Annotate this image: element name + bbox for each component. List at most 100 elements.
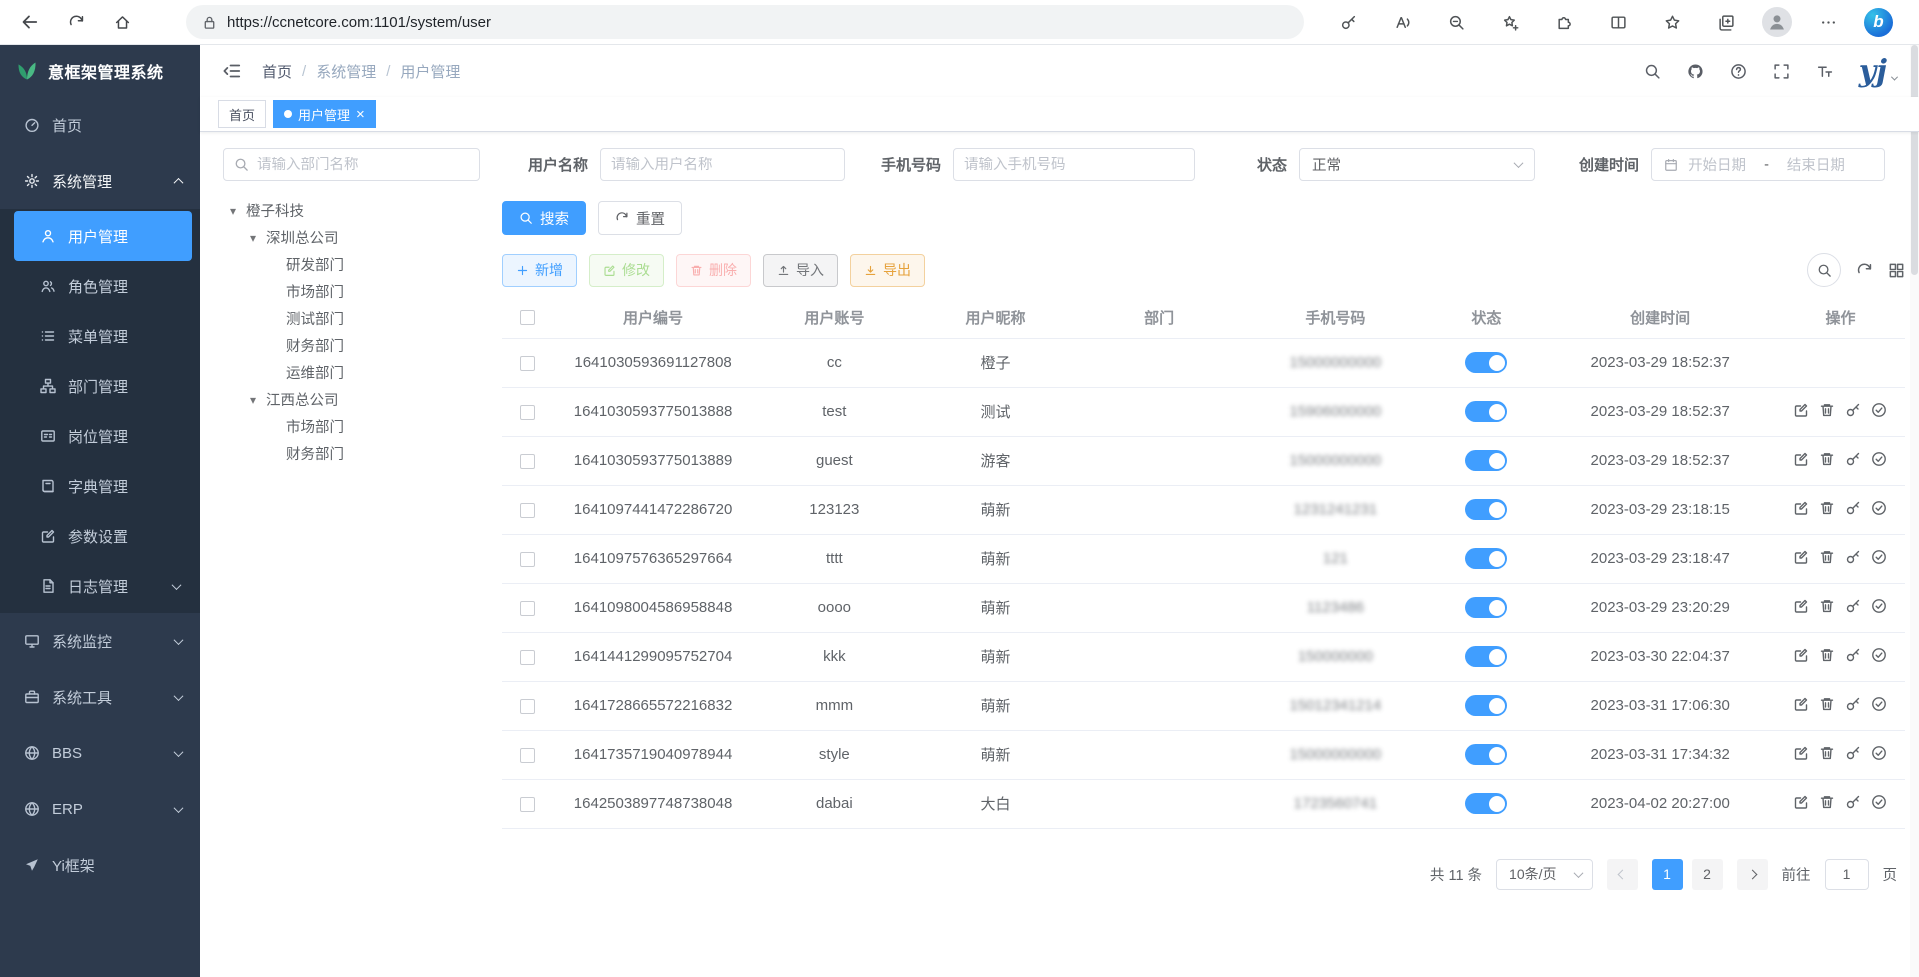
toggle-search-button[interactable] <box>1807 253 1841 287</box>
reset-password-button[interactable] <box>1845 451 1861 467</box>
edit-row-button[interactable] <box>1793 500 1809 516</box>
sidebar-item-post[interactable]: 岗位管理 <box>14 411 192 461</box>
sidebar-item-tools[interactable]: 系统工具 <box>0 669 200 725</box>
status-toggle[interactable] <box>1465 597 1507 618</box>
delete-row-button[interactable] <box>1819 402 1835 418</box>
fullscreen-button[interactable] <box>1773 63 1790 80</box>
add-button[interactable]: 新增 <box>502 254 577 287</box>
status-select[interactable]: 正常 <box>1299 148 1535 181</box>
status-toggle[interactable] <box>1465 793 1507 814</box>
sidebar-item-dept[interactable]: 部门管理 <box>14 361 192 411</box>
import-button[interactable]: 导入 <box>763 254 838 287</box>
reset-password-button[interactable] <box>1845 647 1861 663</box>
page-size-select[interactable]: 10条/页 <box>1496 859 1592 890</box>
assign-role-button[interactable] <box>1871 500 1887 516</box>
bing-chat-button[interactable]: b <box>1864 8 1893 37</box>
delete-row-button[interactable] <box>1819 745 1835 761</box>
tab-user-mgmt[interactable]: 用户管理× <box>273 100 376 128</box>
tree-node-market-dept-sz[interactable]: 市场部门 <box>223 278 480 305</box>
select-all-checkbox[interactable] <box>520 310 535 325</box>
row-checkbox[interactable] <box>520 748 535 763</box>
tree-node-jiangxi-hq[interactable]: ▾江西总公司 <box>223 386 480 413</box>
tree-node-test-dept[interactable]: 测试部门 <box>223 305 480 332</box>
phone-input[interactable] <box>964 157 1184 173</box>
dept-search-input[interactable] <box>257 157 469 173</box>
status-toggle[interactable] <box>1465 499 1507 520</box>
close-icon[interactable]: × <box>356 107 365 122</box>
export-button[interactable]: 导出 <box>850 254 925 287</box>
page-button-1[interactable]: 1 <box>1652 859 1683 890</box>
reset-password-button[interactable] <box>1845 500 1861 516</box>
tree-node-rd-dept[interactable]: 研发部门 <box>223 251 480 278</box>
github-button[interactable] <box>1687 63 1704 80</box>
tree-node-finance-dept-jx[interactable]: 财务部门 <box>223 440 480 467</box>
sidebar-item-yi-framework[interactable]: Yi框架 <box>0 837 200 893</box>
row-checkbox[interactable] <box>520 454 535 469</box>
scrollbar-thumb[interactable] <box>1911 45 1918 275</box>
assign-role-button[interactable] <box>1871 549 1887 565</box>
sidebar-item-home[interactable]: 首页 <box>0 97 200 153</box>
delete-row-button[interactable] <box>1819 794 1835 810</box>
sidebar-item-bbs[interactable]: BBS <box>0 725 200 781</box>
assign-role-button[interactable] <box>1871 598 1887 614</box>
sidebar-item-dict[interactable]: 字典管理 <box>14 461 192 511</box>
user-menu[interactable]: yj <box>1859 59 1897 84</box>
row-checkbox[interactable] <box>520 503 535 518</box>
edit-row-button[interactable] <box>1793 794 1809 810</box>
delete-row-button[interactable] <box>1819 647 1835 663</box>
row-checkbox[interactable] <box>520 405 535 420</box>
search-button[interactable]: 搜索 <box>502 201 586 235</box>
edit-row-button[interactable] <box>1793 696 1809 712</box>
profile-avatar[interactable] <box>1762 7 1792 37</box>
tree-node-shenzhen-hq[interactable]: ▾深圳总公司 <box>223 224 480 251</box>
delete-row-button[interactable] <box>1819 696 1835 712</box>
sidebar-item-log[interactable]: 日志管理 <box>14 561 192 611</box>
row-checkbox[interactable] <box>520 797 535 812</box>
status-toggle[interactable] <box>1465 548 1507 569</box>
refresh-table-button[interactable] <box>1856 262 1873 279</box>
help-button[interactable] <box>1730 63 1747 80</box>
row-checkbox[interactable] <box>520 699 535 714</box>
edit-row-button[interactable] <box>1793 402 1809 418</box>
zoom-button[interactable] <box>1438 7 1474 37</box>
sidebar-item-menu[interactable]: 菜单管理 <box>14 311 192 361</box>
font-size-button[interactable] <box>1816 63 1833 80</box>
goto-page-input[interactable] <box>1825 859 1869 890</box>
reset-password-button[interactable] <box>1845 745 1861 761</box>
collections-button[interactable] <box>1708 7 1744 37</box>
sidebar-item-system[interactable]: 系统管理 <box>0 153 200 209</box>
browser-home-button[interactable] <box>104 4 140 40</box>
page-button-2[interactable]: 2 <box>1692 859 1723 890</box>
favorites-button[interactable] <box>1654 7 1690 37</box>
edit-button[interactable]: 修改 <box>589 254 664 287</box>
edit-row-button[interactable] <box>1793 745 1809 761</box>
reset-password-button[interactable] <box>1845 696 1861 712</box>
page-scrollbar[interactable] <box>1910 45 1919 977</box>
tree-node-finance-dept-sz[interactable]: 财务部门 <box>223 332 480 359</box>
reset-button[interactable]: 重置 <box>598 201 682 235</box>
delete-row-button[interactable] <box>1819 549 1835 565</box>
assign-role-button[interactable] <box>1871 647 1887 663</box>
sidebar-item-erp[interactable]: ERP <box>0 781 200 837</box>
sidebar-item-param[interactable]: 参数设置 <box>14 511 192 561</box>
breadcrumb-item[interactable]: 首页 <box>262 61 292 82</box>
edit-row-button[interactable] <box>1793 549 1809 565</box>
row-checkbox[interactable] <box>520 601 535 616</box>
browser-back-button[interactable] <box>12 4 48 40</box>
status-toggle[interactable] <box>1465 352 1507 373</box>
reset-password-button[interactable] <box>1845 402 1861 418</box>
row-checkbox[interactable] <box>520 356 535 371</box>
browser-refresh-button[interactable] <box>58 4 94 40</box>
delete-button[interactable]: 删除 <box>676 254 751 287</box>
extensions-button[interactable] <box>1546 7 1582 37</box>
edit-row-button[interactable] <box>1793 598 1809 614</box>
delete-row-button[interactable] <box>1819 451 1835 467</box>
reset-password-button[interactable] <box>1845 598 1861 614</box>
status-toggle[interactable] <box>1465 646 1507 667</box>
sidebar-item-user[interactable]: 用户管理 <box>14 211 192 261</box>
delete-row-button[interactable] <box>1819 598 1835 614</box>
read-aloud-button[interactable] <box>1384 7 1420 37</box>
status-toggle[interactable] <box>1465 744 1507 765</box>
browser-menu-button[interactable] <box>1810 7 1846 37</box>
breadcrumb-item[interactable]: 用户管理 <box>400 61 460 82</box>
